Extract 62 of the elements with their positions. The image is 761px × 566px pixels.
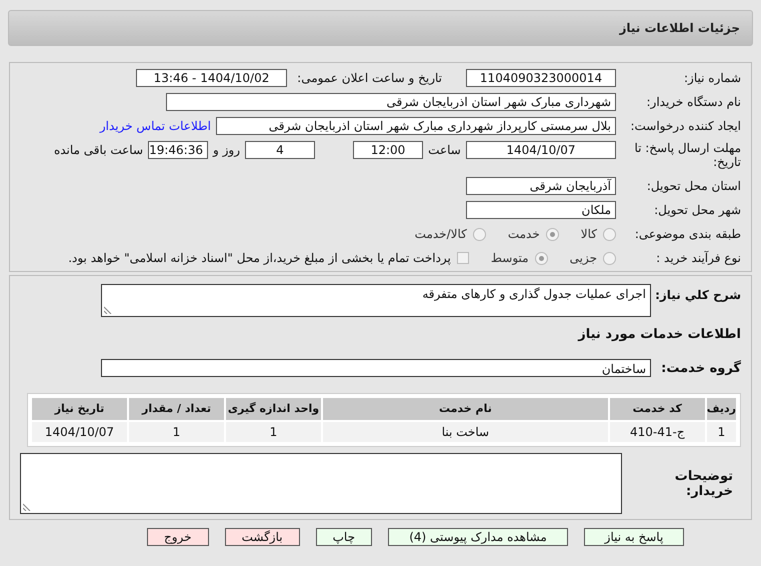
field-label: طبقه بندی موضوعی: (634, 226, 741, 243)
column-header: تاریخ نیاز (32, 398, 127, 420)
resize-grip-icon (104, 306, 112, 314)
field-label: ساعت باقی مانده (54, 142, 143, 159)
column-header: ردیف (706, 398, 736, 420)
buyer-field[interactable]: شهرداری مبارک شهر استان اذربایجان شرقی (166, 93, 616, 111)
field-label: روز و (212, 142, 241, 159)
radio-button[interactable] (546, 228, 559, 240)
radio-label: متوسط (490, 250, 529, 267)
action-button[interactable]: بازگشت (224, 528, 300, 546)
radio-button[interactable] (534, 252, 548, 264)
field-label: استان محل تحویل: (646, 178, 741, 195)
announce-date-field[interactable]: 1404/10/02 - 13:46 (136, 69, 287, 87)
table-cell: 1 (226, 422, 321, 442)
field-label: شماره نیاز: (683, 70, 741, 87)
field-label: تاریخ و ساعت اعلان عمومی: (296, 70, 442, 87)
deadline-date-field[interactable]: 1404/10/07 (466, 141, 616, 159)
field-label: توضیحات خریدار: (674, 468, 734, 498)
requester-field[interactable]: بلال سرمستی کارپرداز شهرداری مبارک شهر استان اذربایجان شرقی (216, 117, 616, 135)
action-button[interactable]: پاسخ به نیاز (584, 528, 684, 546)
days-field[interactable]: 4 (245, 141, 315, 159)
action-button[interactable]: خروج (147, 528, 209, 546)
field-label: ساعت (427, 142, 462, 159)
resize-grip-icon (23, 503, 31, 511)
radio-button[interactable] (603, 228, 616, 240)
radio-button[interactable] (603, 252, 616, 264)
field-label: شرح کلي نیاز: (654, 287, 741, 304)
field-label: نوع فرآیند خرید : (655, 250, 741, 267)
field-label: مهلت ارسال پاسخ: تا تاریخ: (633, 141, 741, 169)
field-label: ایجاد کننده درخواست: (629, 118, 741, 135)
table-cell: ساخت بنا (323, 422, 608, 442)
buyer-contact-link[interactable]: اطلاعات تماس خریدار (100, 117, 211, 135)
buyer-notes-field[interactable] (20, 453, 622, 514)
field-label: گروه خدمت: (660, 359, 741, 378)
column-header: کد خدمت (610, 398, 705, 420)
remaining-time-field: 19:46:36 (148, 141, 208, 159)
checkbox[interactable] (456, 252, 469, 264)
service-group-field[interactable]: ساختمان (101, 359, 651, 378)
description-field[interactable]: اجرای عملیات جدول گذاری و کارهای متفرقه (101, 284, 651, 317)
city-field[interactable]: ملکان (466, 201, 616, 219)
province-field[interactable]: آذربایجان شرقی (466, 177, 616, 195)
field-label: نام دستگاه خریدار: (646, 94, 741, 111)
radio-label: کالا (580, 226, 597, 243)
table-cell: ج-41-410 (610, 422, 705, 442)
column-header: واحد اندازه گیری (226, 398, 321, 420)
radio-label: کالا/خدمت (414, 226, 467, 243)
table-cell: 1 (706, 422, 736, 442)
action-button[interactable]: چاپ (316, 528, 372, 546)
checkbox-label: پرداخت تمام یا بخشی از مبلغ خرید،از محل "اسناد خزانه اسلامی" خواهد بود. (68, 250, 451, 267)
table-cell: 1404/10/07 (32, 422, 127, 442)
column-header: تعداد / مقدار (129, 398, 224, 420)
need-number-field[interactable]: 1104090323000014 (466, 69, 616, 87)
table-cell: 1 (129, 422, 224, 442)
action-button[interactable]: مشاهده مدارک پیوستی (4) (388, 528, 568, 546)
column-header: نام خدمت (323, 398, 608, 420)
radio-label: خدمت (508, 226, 540, 243)
radio-label: جزیی (570, 250, 597, 267)
radio-button[interactable] (472, 228, 486, 240)
page-title: جزئیات اطلاعات نیاز (619, 20, 740, 37)
section-heading: اطلاعات خدمات مورد نیاز (576, 326, 741, 344)
deadline-time-field[interactable]: 12:00 (353, 141, 423, 159)
field-label: شهر محل تحویل: (653, 202, 741, 219)
